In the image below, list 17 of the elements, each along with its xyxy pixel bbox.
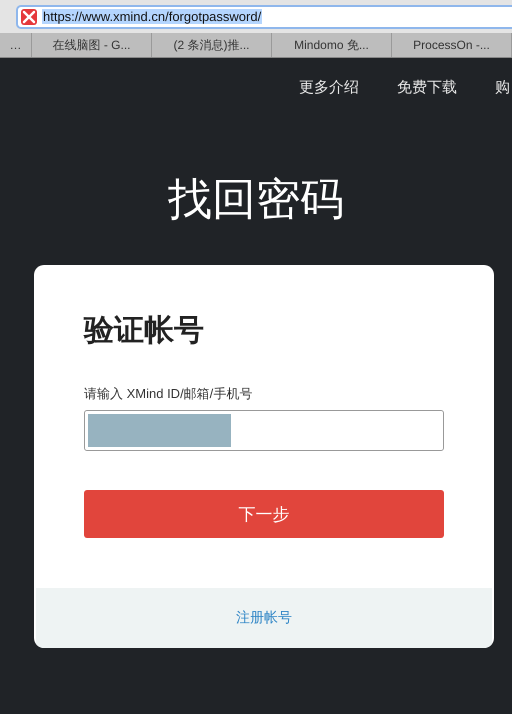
address-bar[interactable]: https://www.xmind.cn/forgotpassword/: [16, 4, 512, 28]
card-heading: 验证帐号: [84, 313, 205, 349]
page-title: 找回密码: [167, 174, 345, 226]
input-field[interactable]: [84, 410, 444, 451]
field-label: 请输入 XMind ID/邮箱/手机号: [84, 385, 254, 403]
url-text: https://www.xmind.cn/forgotpassword/: [42, 9, 262, 24]
nav-link[interactable]: 更多介绍: [299, 78, 359, 98]
browser-tab[interactable]: ProcessOn -...: [392, 33, 512, 57]
browser-tab[interactable]: Mindomo 免...: [272, 33, 392, 57]
browser-tab[interactable]: …: [0, 33, 32, 57]
register-link[interactable]: 注册帐号: [236, 609, 292, 627]
browser-tab[interactable]: (2 条消息)推...: [152, 33, 272, 57]
next-button[interactable]: 下一步: [84, 490, 444, 538]
logo-icon: [21, 8, 37, 24]
browser-tab[interactable]: 在线脑图 - G...: [32, 33, 152, 57]
nav-link[interactable]: 免费下载: [397, 78, 457, 98]
nav-link[interactable]: 购: [495, 78, 510, 98]
